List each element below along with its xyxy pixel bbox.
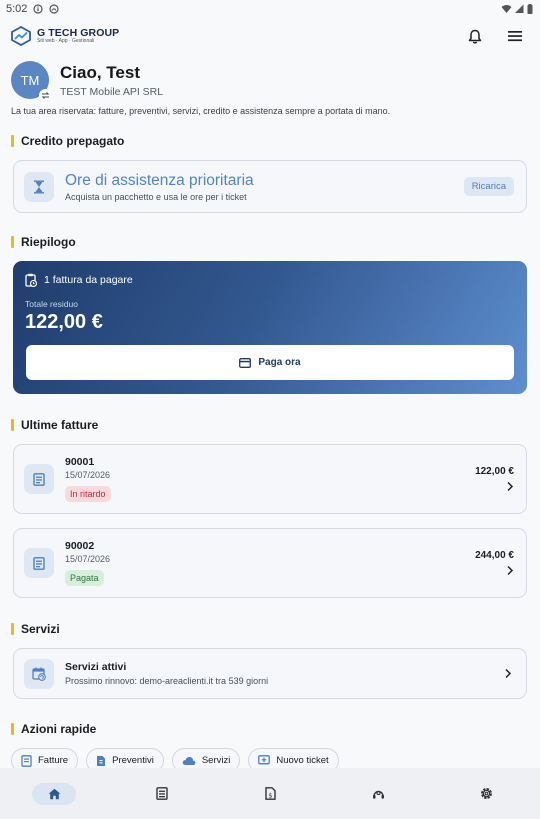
section-marker [11, 623, 14, 635]
avatar-initials: TM [20, 72, 40, 88]
credit-subtitle: Acquista un pacchetto e usa le ore per i… [65, 191, 247, 202]
battery-icon [527, 3, 533, 14]
invoice-amount: 244,00 € [475, 550, 514, 561]
nav-invoices[interactable] [140, 783, 184, 805]
section-summary-heading: Riepilogo [0, 235, 540, 249]
new-ticket-icon [258, 755, 271, 765]
invoice-icon [33, 556, 45, 570]
section-services-heading: Servizi [0, 622, 540, 636]
recharge-button[interactable]: Ricarica [463, 177, 514, 196]
section-invoices-heading: Ultime fatture [0, 418, 540, 432]
status-bar: 5:02 [0, 0, 540, 17]
invoice-icon [21, 754, 32, 767]
logo-tagline: Siti web · App · Gestionali [37, 38, 95, 45]
intro-text: La tua area riservata: fatture, preventi… [11, 106, 391, 116]
swap-icon [41, 92, 50, 99]
switch-account-badge[interactable] [39, 89, 52, 102]
invoice-card[interactable]: 90001 15/07/2026 In ritardo 122,00 € [13, 444, 527, 514]
invoice-date: 15/07/2026 [65, 554, 111, 564]
credit-card-icon [239, 357, 252, 368]
section-marker [11, 723, 14, 735]
section-marker [11, 135, 14, 147]
section-quick-heading: Azioni rapide [0, 722, 540, 736]
residual-label: Totale residuo [25, 299, 78, 309]
notifications-button[interactable] [462, 23, 488, 49]
invoice-date: 15/07/2026 [65, 470, 111, 480]
wifi-icon [501, 4, 512, 13]
section-services-title: Servizi [21, 622, 60, 636]
avatar[interactable]: TM [11, 61, 52, 102]
status-badge: Pagata [65, 570, 104, 586]
invoice-icon [156, 787, 168, 800]
nav-support[interactable] [356, 783, 400, 805]
summary-card: 1 fattura da pagare Totale residuo 122,0… [13, 261, 527, 394]
pay-now-button[interactable]: Paga ora [26, 345, 514, 380]
nav-quotes[interactable]: $ [248, 783, 292, 805]
section-marker [11, 419, 14, 431]
bell-icon [468, 29, 482, 44]
status-badge: In ritardo [65, 486, 111, 502]
clipboard-clock-icon [25, 273, 37, 287]
residual-amount: 122,00 € [25, 311, 103, 333]
profile-header: TM Ciao, Test TEST Mobile API SRL [0, 61, 540, 102]
quick-quotes-label: Preventivi [112, 755, 154, 766]
hamburger-menu-icon [508, 31, 522, 42]
greeting: Ciao, Test [60, 62, 140, 82]
invoice-amount: 122,00 € [475, 466, 514, 477]
chevron-right-icon [507, 481, 514, 492]
calendar-renew-icon [32, 667, 46, 681]
menu-button[interactable] [502, 23, 528, 49]
nav-settings[interactable] [464, 783, 508, 805]
invoice-card[interactable]: 90002 15/07/2026 Pagata 244,00 € [13, 528, 527, 598]
nav-home[interactable] [32, 782, 76, 805]
chevron-right-icon [505, 668, 512, 679]
services-card[interactable]: Servizi attivi Prossimo rinnovo: demo-ar… [13, 648, 527, 699]
hourglass-icon [34, 180, 44, 193]
info-icon [33, 3, 44, 14]
section-invoices-title: Ultime fatture [21, 418, 99, 432]
status-time: 5:02 [6, 2, 28, 15]
signal-icon [515, 4, 524, 13]
section-credit-heading: Credito prepagato [0, 134, 540, 148]
section-credit-title: Credito prepagato [21, 134, 125, 148]
pay-now-label: Paga ora [258, 357, 301, 368]
quote-icon: $ [264, 787, 276, 800]
pending-invoices-label: 1 fattura da pagare [44, 274, 133, 286]
company-name: TEST Mobile API SRL [60, 85, 164, 98]
invoice-icon [33, 472, 45, 486]
section-summary-title: Riepilogo [21, 235, 76, 249]
invoice-icon-box [24, 464, 54, 494]
quick-new-ticket-label: Nuovo ticket [276, 755, 329, 766]
invoice-number: 90001 [65, 456, 95, 468]
quote-icon [97, 755, 106, 766]
support-icon [372, 790, 384, 799]
logo-name: G TECH GROUP [37, 26, 120, 39]
gear-icon [480, 788, 492, 799]
home-icon [48, 788, 60, 799]
invoice-number: 90002 [65, 540, 95, 552]
cloud-icon [182, 756, 196, 765]
quick-invoices-label: Fatture [38, 755, 69, 766]
credit-icon-box [24, 171, 54, 202]
app-notification-icon [49, 3, 60, 14]
credit-title: Ore di assistenza prioritaria [65, 171, 254, 189]
credit-card[interactable]: Ore di assistenza prioritaria Acquista u… [13, 160, 527, 213]
company-logo[interactable]: G TECH GROUP Siti web · App · Gestionali [10, 26, 119, 46]
services-renewal: Prossimo rinnovo: demo-areaclienti.it tr… [65, 676, 269, 686]
app-bar: G TECH GROUP Siti web · App · Gestionali [0, 17, 540, 55]
services-title: Servizi attivi [65, 661, 127, 673]
section-marker [11, 236, 14, 248]
chevron-right-icon [507, 565, 514, 576]
svg-text:$: $ [268, 791, 272, 799]
section-quick-title: Azioni rapide [21, 722, 97, 736]
services-icon-box [24, 658, 54, 689]
invoice-icon-box [24, 548, 54, 578]
quick-services-label: Servizi [201, 755, 231, 766]
logo-mark-icon [11, 26, 31, 46]
bottom-navigation: $ [0, 768, 540, 819]
